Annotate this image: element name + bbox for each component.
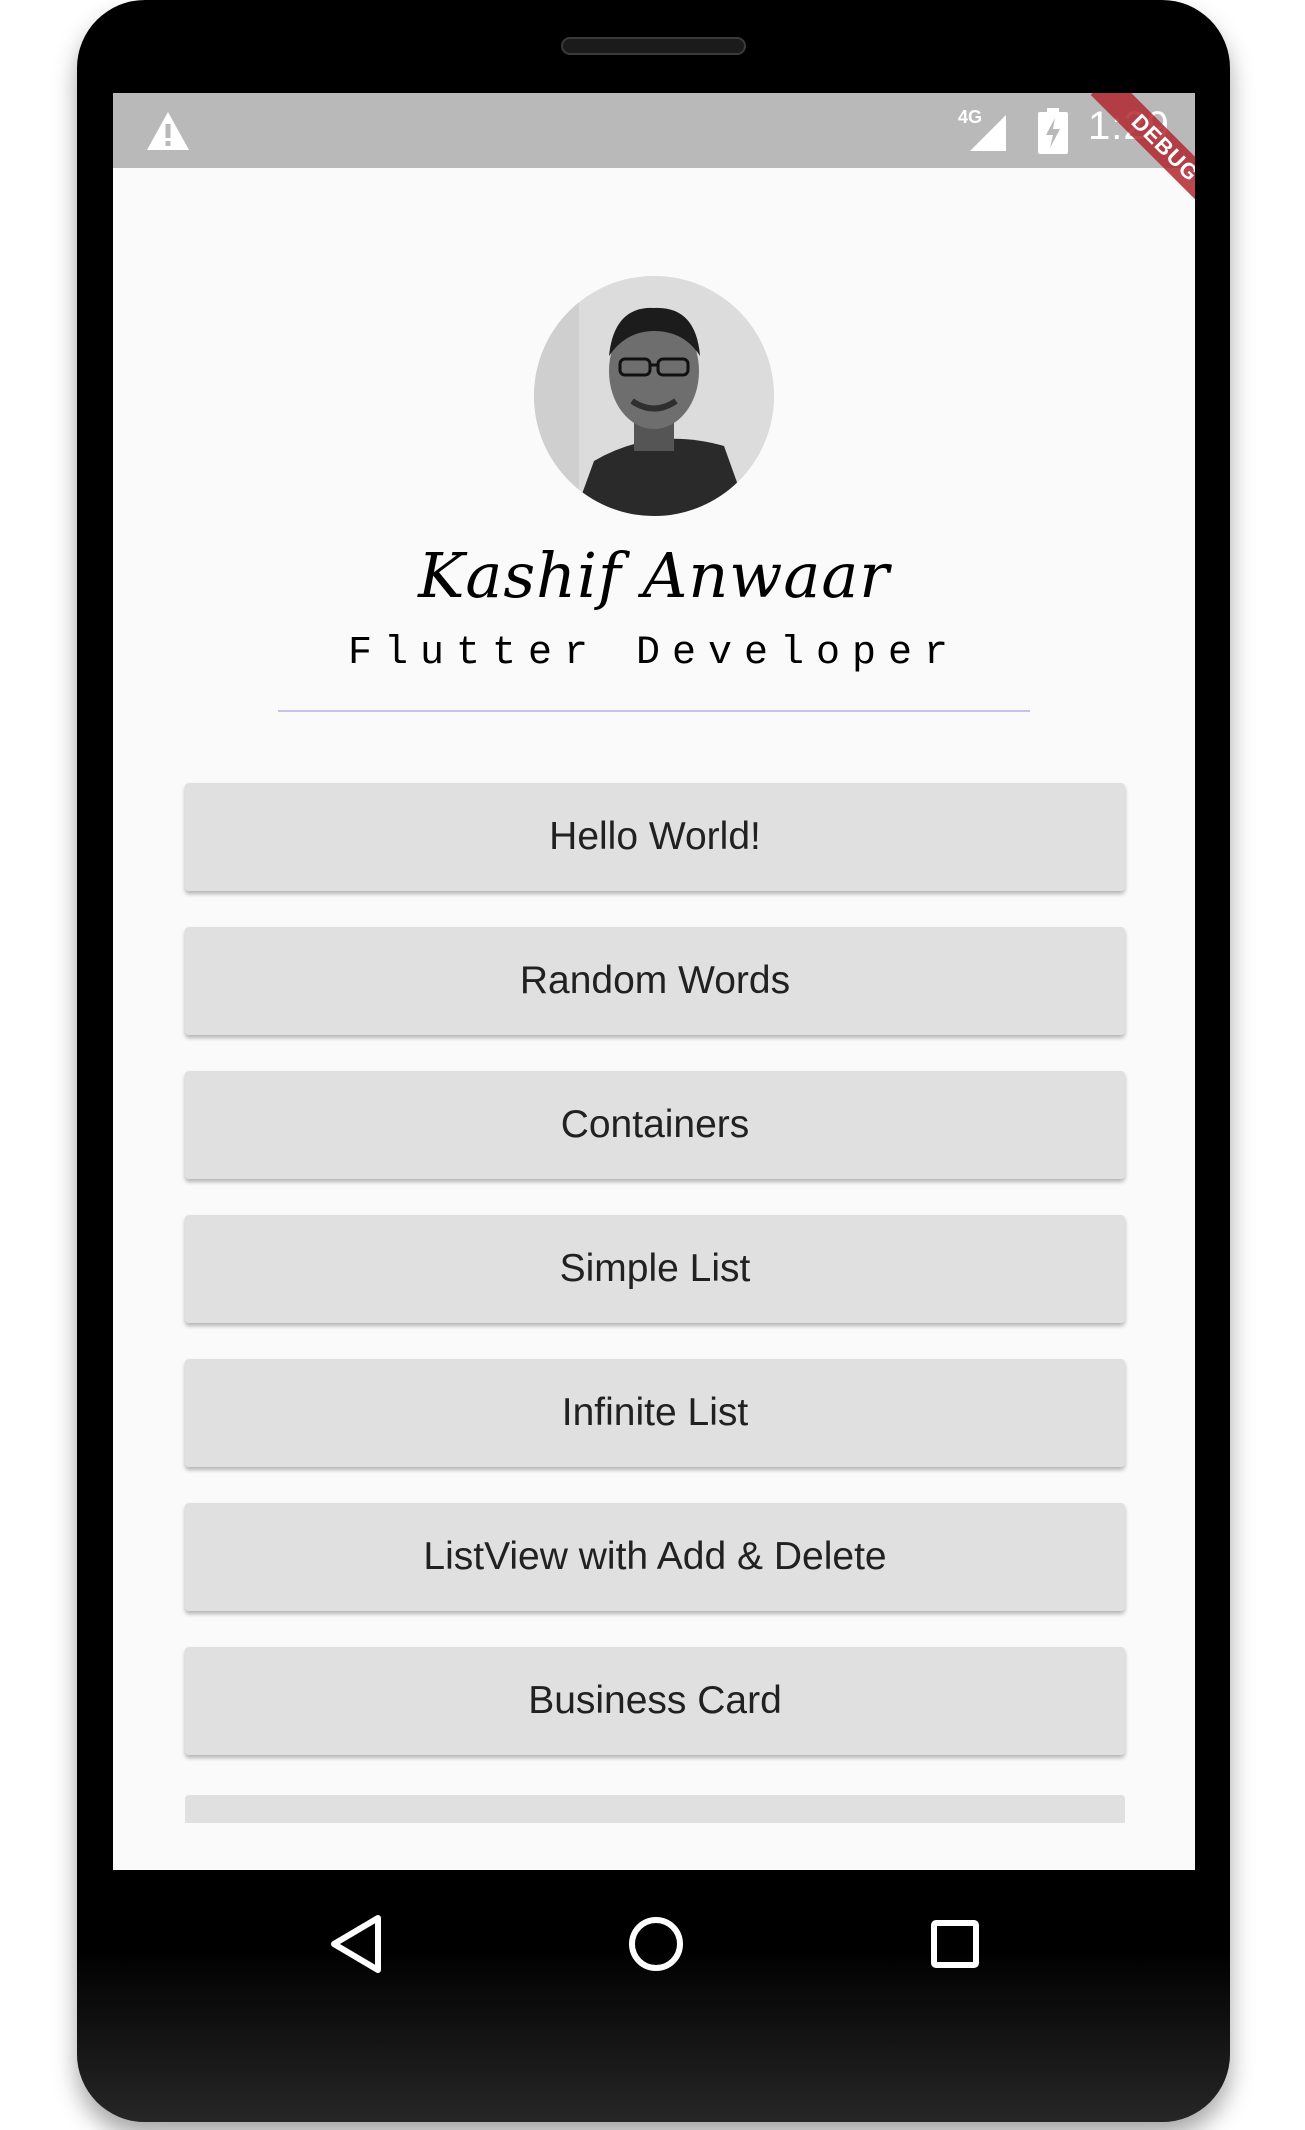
divider: [278, 710, 1030, 712]
profile-title: Flutter Developer: [347, 631, 961, 676]
app-screen: 4G 1:29 DEBUG Kashif Anwaar Flutter Deve…: [113, 93, 1195, 1870]
simple-list-button[interactable]: Simple List: [185, 1215, 1125, 1323]
system-navigation-bar: [113, 1870, 1195, 2020]
phone-speaker: [561, 37, 746, 55]
battery-charging-icon: [1038, 108, 1068, 154]
partially-visible-button[interactable]: [185, 1795, 1125, 1823]
warning-icon: [147, 112, 189, 150]
containers-button[interactable]: Containers: [185, 1071, 1125, 1179]
listview-add-delete-button[interactable]: ListView with Add & Delete: [185, 1503, 1125, 1611]
random-words-button[interactable]: Random Words: [185, 927, 1125, 1035]
avatar: [534, 276, 774, 516]
hello-world-button[interactable]: Hello World!: [185, 783, 1125, 891]
demo-button-list: Hello World! Random Words Containers Sim…: [185, 783, 1125, 1791]
status-bar: 4G 1:29: [113, 93, 1195, 168]
home-circle-icon[interactable]: [628, 1916, 684, 1972]
back-triangle-icon[interactable]: [328, 1913, 384, 1975]
infinite-list-button[interactable]: Infinite List: [185, 1359, 1125, 1467]
business-card-button[interactable]: Business Card: [185, 1647, 1125, 1755]
status-clock: 1:29: [1088, 104, 1170, 148]
signal-icon: [970, 115, 1006, 151]
profile-name: Kashif Anwaar: [418, 539, 890, 612]
profile-photo: [534, 276, 774, 516]
recents-square-icon[interactable]: [930, 1919, 980, 1969]
